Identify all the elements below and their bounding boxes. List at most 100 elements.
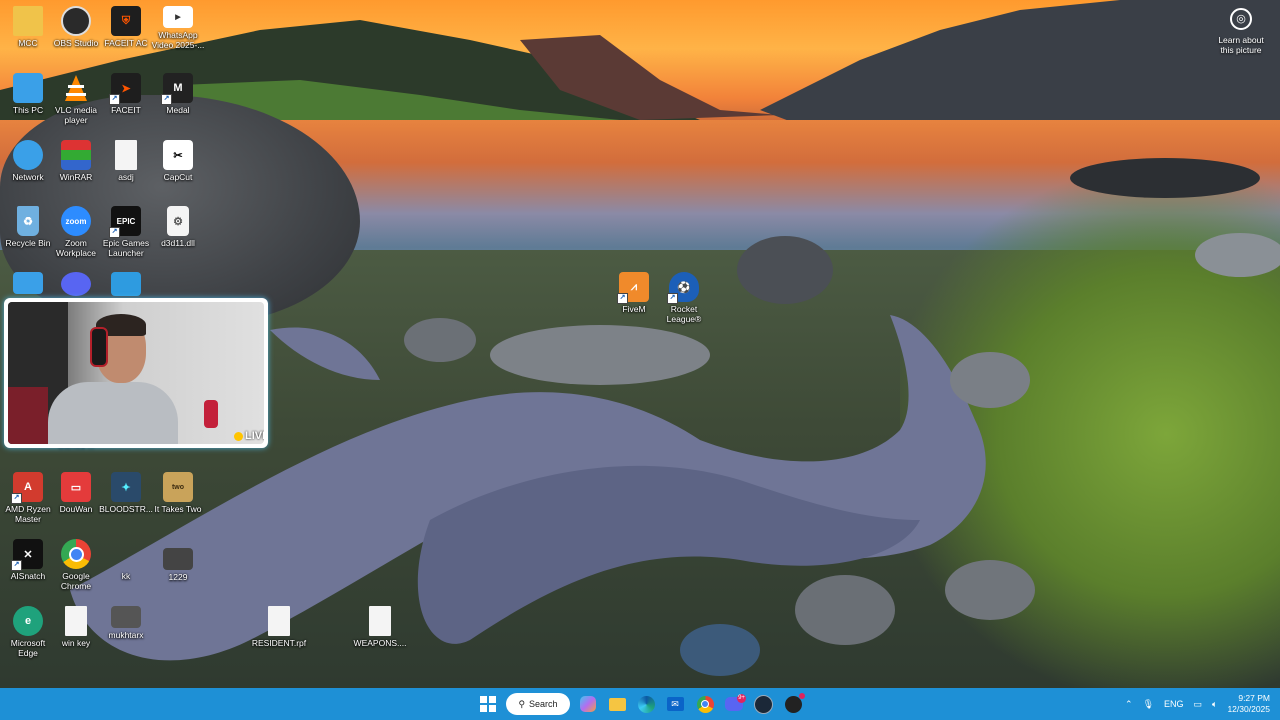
desktop-icon-whatsapp-video[interactable]: ▶ WhatsApp Video 2025-... <box>150 6 206 50</box>
icon-label: RESIDENT.rpf <box>251 638 307 648</box>
language-indicator[interactable]: ENG <box>1164 699 1184 709</box>
desktop-icon-win-key[interactable]: win key <box>48 606 104 648</box>
desktop-icon-google-chrome[interactable]: Google Chrome <box>48 539 104 591</box>
clock-date: 12/30/2025 <box>1227 704 1270 714</box>
desktop-icon-rocket-league[interactable]: ⚽ ↗ Rocket League® <box>656 272 712 324</box>
monitor-icon <box>13 73 43 103</box>
clock-time: 9:27 PM <box>1238 693 1270 703</box>
blank-file-icon <box>111 539 141 569</box>
icon-label: FACEIT <box>111 105 141 115</box>
desktop-icon-faceit-ac[interactable]: ⛨ FACEIT AC <box>98 6 154 48</box>
text-file-icon <box>65 606 87 636</box>
icon-label: win key <box>61 638 91 648</box>
desktop-icon-bloodstrike[interactable]: ✦ BLOODSTR... <box>98 472 154 514</box>
toolbox-icon <box>111 272 141 296</box>
desktop-icon-partial-3[interactable] <box>98 272 154 298</box>
desktop-icon-kk[interactable]: kk <box>98 539 154 581</box>
icon-label: Rocket League® <box>666 304 702 324</box>
desktop-icon-obs-studio[interactable]: OBS Studio <box>48 6 104 48</box>
app-icon <box>13 272 43 294</box>
clock[interactable]: 9:27 PM 12/30/2025 <box>1227 693 1270 715</box>
microphone-icon[interactable]: 🎙︎ <box>1143 699 1154 710</box>
discord-taskbar-button[interactable]: 9+ <box>722 692 746 716</box>
icon-label: Epic Games Launcher <box>102 238 150 258</box>
taskbar: ⚲ Search ✉ 9+ ⌃ 🎙︎ ENG ▭ 🔈︎ 9:27 PM 12/3… <box>0 688 1280 720</box>
outlook-button[interactable]: ✉ <box>663 692 687 716</box>
notification-badge: 9+ <box>737 694 746 703</box>
icon-label: Zoom Workplace <box>56 238 96 258</box>
capcut-icon: ✂ <box>163 140 193 170</box>
desktop-icon-discord[interactable] <box>48 272 104 298</box>
network-status-icon[interactable]: ▭ <box>1194 699 1203 710</box>
icon-label: Google Chrome <box>60 571 92 591</box>
vlc-cone-icon <box>61 73 91 103</box>
chrome-taskbar-button[interactable] <box>693 692 717 716</box>
desktop-icon-1229[interactable]: 1229 <box>150 548 206 582</box>
faceit-icon: ➤ ↗ <box>109 73 141 105</box>
file-icon <box>369 606 391 636</box>
file-explorer-button[interactable] <box>605 692 629 716</box>
webcam-overlay: LIVE <box>4 298 268 448</box>
icon-label: kk <box>121 571 131 581</box>
chair-red <box>8 387 48 444</box>
volume-icon[interactable]: 🔈︎ <box>1212 699 1217 710</box>
icon-label: CapCut <box>163 172 193 182</box>
icon-label: It Takes Two <box>154 504 202 514</box>
windows-icon <box>480 696 496 712</box>
steam-icon <box>753 694 773 714</box>
desktop-icon-medal[interactable]: M ↗ Medal <box>150 73 206 115</box>
desktop-icon-vlc[interactable]: VLC media player <box>48 73 104 125</box>
desktop-icon-mukhtarx[interactable]: mukhtarx <box>98 606 154 640</box>
video-file-icon <box>163 548 193 570</box>
search-icon: ⚲ <box>518 698 526 709</box>
faceit-ac-icon: ⛨ <box>111 6 141 36</box>
chevron-up-icon[interactable]: ⌃ <box>1125 699 1133 710</box>
desktop-icon-capcut[interactable]: ✂ CapCut <box>150 140 206 182</box>
steam-taskbar-button[interactable] <box>751 692 775 716</box>
desktop-icon-resident-rpf[interactable]: RESIDENT.rpf <box>251 606 307 648</box>
icon-label: WinRAR <box>59 172 93 182</box>
medal-icon: M ↗ <box>161 73 193 105</box>
desktop-icon-d3d11[interactable]: ⚙ d3d11.dll <box>150 206 206 248</box>
icon-label: BLOODSTR... <box>99 504 153 514</box>
shortcut-arrow-icon: ↗ <box>617 293 628 304</box>
icon-label: WEAPONS.... <box>353 638 407 648</box>
edge-icon <box>637 695 655 713</box>
desktop-icon-zoom[interactable]: zoom Zoom Workplace <box>48 206 104 258</box>
video-file-icon: ▶ <box>163 6 193 28</box>
taskbar-search[interactable]: ⚲ Search <box>506 693 570 715</box>
rocket-league-icon: ⚽ ↗ <box>667 272 699 304</box>
icon-label: 1229 <box>168 572 188 582</box>
desktop-icon-epic-games[interactable]: EPIC ↗ Epic Games Launcher <box>98 206 154 258</box>
search-label: Search <box>529 699 558 709</box>
edge-taskbar-button[interactable] <box>634 692 658 716</box>
it-takes-two-icon: two <box>163 472 193 502</box>
learn-about-picture-button[interactable]: ◎ Learn about this picture <box>1212 8 1270 55</box>
copilot-button[interactable] <box>576 692 600 716</box>
desktop-icon-winrar[interactable]: WinRAR <box>48 140 104 182</box>
start-button[interactable] <box>476 692 500 716</box>
aisnatch-icon: ✕ ↗ <box>11 539 43 571</box>
file-icon <box>268 606 290 636</box>
shortcut-arrow-icon: ↗ <box>109 227 120 238</box>
icon-label: DouWan <box>59 504 93 514</box>
desktop-icon-fivem[interactable]: ⩘ ↗ FiveM <box>606 272 662 314</box>
icon-label: Medal <box>166 105 190 115</box>
faceit-taskbar-button[interactable] <box>781 692 805 716</box>
folder-icon <box>13 6 43 36</box>
desktop-icon-douwan[interactable]: ▭ DouWan <box>48 472 104 514</box>
network-icon <box>13 140 43 170</box>
shortcut-arrow-icon: ↗ <box>11 560 22 571</box>
live-indicator: LIVE <box>234 430 264 442</box>
desktop-icon-asdj[interactable]: asdj <box>98 140 154 182</box>
icon-label: VLC media player <box>54 105 98 125</box>
shortcut-arrow-icon: ↗ <box>161 94 172 105</box>
amd-icon: A ↗ <box>11 472 43 504</box>
desktop-icon-weapons[interactable]: WEAPONS.... <box>352 606 408 648</box>
edge-icon: e <box>13 606 43 636</box>
chrome-icon <box>61 539 91 569</box>
icon-label: FiveM <box>622 304 646 314</box>
desktop-icon-it-takes-two[interactable]: two It Takes Two <box>150 472 206 514</box>
camera-icon: ◎ <box>1230 8 1252 30</box>
desktop-icon-faceit[interactable]: ➤ ↗ FACEIT <box>98 73 154 115</box>
